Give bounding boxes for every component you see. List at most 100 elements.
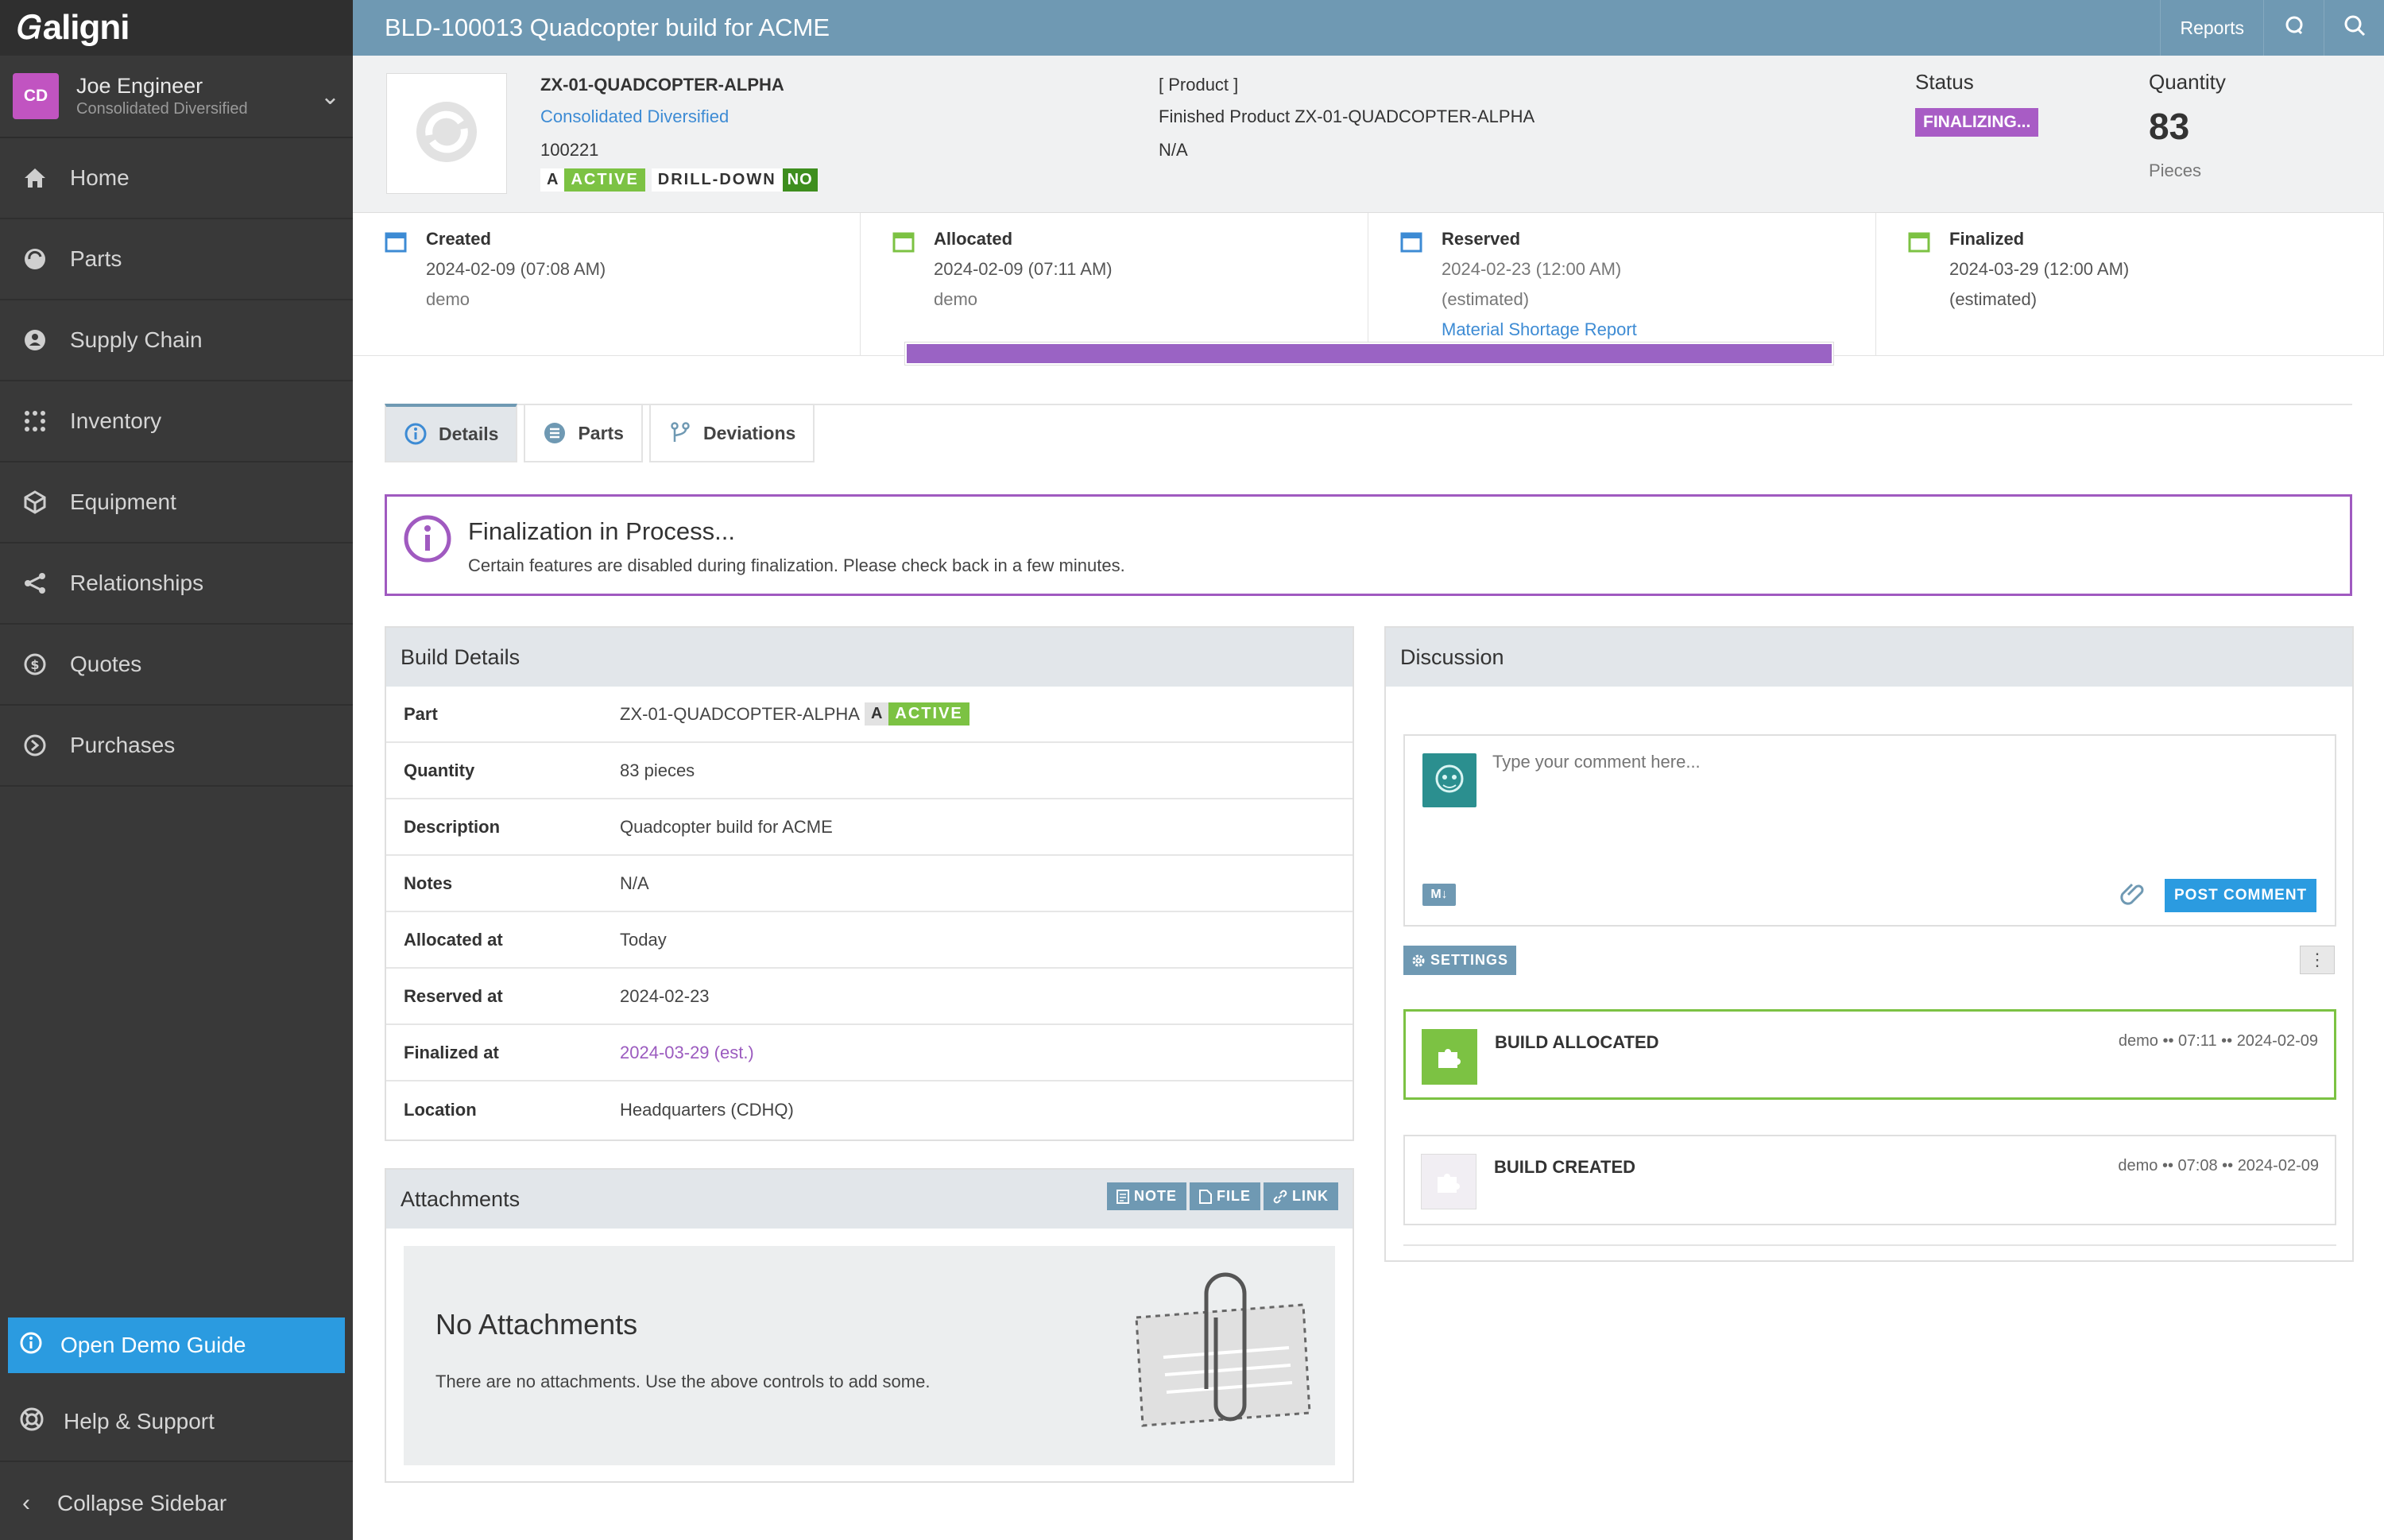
paperclip-icon — [1119, 1270, 1318, 1449]
discussion-settings-button[interactable]: SETTINGS — [1403, 946, 1517, 975]
empty-message: There are no attachments. Use the above … — [435, 1372, 931, 1391]
help-support-link[interactable]: Help & Support — [0, 1383, 353, 1462]
discussion-panel: Discussion M↓ POST COMMENT SETTINGS ⋮ BU… — [1384, 626, 2354, 1262]
calendar-icon — [1908, 230, 1930, 257]
detail-label: Location — [404, 1099, 477, 1120]
info-icon — [19, 1331, 43, 1360]
parts-icon — [19, 243, 51, 275]
timeline-date: 2024-02-09 (07:08 AM) — [426, 259, 606, 279]
puzzle-icon — [1421, 1154, 1476, 1209]
detail-value: 2024-03-29 (est.) — [620, 1042, 754, 1062]
add-link-button[interactable]: LINK — [1264, 1182, 1338, 1210]
detail-row-description: Description Quadcopter build for ACME — [386, 799, 1353, 856]
purchases-icon — [19, 729, 51, 761]
avatar — [1422, 753, 1476, 807]
empty-title: No Attachments — [435, 1308, 638, 1341]
open-demo-guide-button[interactable]: Open Demo Guide — [8, 1318, 345, 1373]
lifebuoy-icon — [19, 1407, 45, 1437]
build-timeline: Created 2024-02-09 (07:08 AM) demo Alloc… — [353, 213, 2384, 356]
more-options-button[interactable]: ⋮ — [2300, 946, 2335, 974]
panel-title: Discussion — [1386, 628, 2352, 687]
quantity-label: Quantity — [2149, 70, 2226, 94]
add-note-button[interactable]: NOTE — [1106, 1182, 1186, 1210]
detail-label: Quantity — [404, 760, 475, 780]
product-type: [ Product ] — [1159, 75, 1239, 95]
detail-row-notes: Notes N/A — [386, 856, 1353, 912]
product-description: Finished Product ZX-01-QUADCOPTER-ALPHA — [1159, 106, 1535, 126]
sidebar-item-label: Home — [70, 165, 130, 190]
status-label: Status — [1915, 70, 1974, 94]
tab-bar: Details Parts Deviations — [385, 404, 821, 462]
user-switcher[interactable]: CD Joe Engineer Consolidated Diversified… — [0, 56, 353, 138]
svg-text:$: $ — [30, 657, 39, 672]
comments-button[interactable] — [2263, 0, 2324, 56]
help-label: Help & Support — [64, 1409, 215, 1434]
sidebar-item-inventory[interactable]: Inventory — [0, 381, 353, 462]
timeline-date: 2024-02-23 (12:00 AM) — [1442, 259, 1622, 279]
revision-badge: A — [540, 168, 565, 192]
detail-row-finalized-at: Finalized at 2024-03-29 (est.) — [386, 1025, 1353, 1081]
event-meta: demo •• 07:11 •• 2024-02-09 — [2118, 1032, 2318, 1050]
finalization-alert: Finalization in Process... Certain featu… — [385, 494, 2352, 596]
attachments-empty-state: No Attachments There are no attachments.… — [404, 1246, 1335, 1465]
sidebar: 𝐺 aligni CD Joe Engineer Consolidated Di… — [0, 0, 353, 1540]
comment-composer: M↓ POST COMMENT — [1403, 734, 2336, 927]
calendar-icon — [385, 230, 407, 257]
sidebar-item-relationships[interactable]: Relationships — [0, 544, 353, 625]
placeholder-part-icon — [413, 99, 480, 169]
detail-value: 83 pieces — [620, 760, 695, 780]
product-notes: N/A — [1159, 140, 1188, 160]
tab-deviations[interactable]: Deviations — [648, 404, 815, 462]
sidebar-item-purchases[interactable]: Purchases — [0, 706, 353, 787]
sidebar-item-label: Supply Chain — [70, 327, 203, 352]
tab-label: Parts — [578, 422, 624, 443]
add-file-button[interactable]: FILE — [1190, 1182, 1260, 1210]
attach-icon[interactable] — [2120, 880, 2144, 911]
app-logo[interactable]: 𝐺 aligni — [0, 0, 353, 56]
comment-input[interactable] — [1492, 752, 2287, 772]
sidebar-item-equipment[interactable]: Equipment — [0, 462, 353, 544]
timeline-estimate: (estimated) — [1442, 289, 1530, 309]
active-badge: ACTIVE — [564, 168, 645, 192]
collapse-sidebar-button[interactable]: ‹ Collapse Sidebar — [0, 1466, 353, 1540]
branch-icon — [668, 421, 692, 445]
sidebar-item-supply-chain[interactable]: Supply Chain — [0, 300, 353, 381]
attachments-panel: Attachments NOTE FILE LINK No Attachment… — [385, 1168, 1354, 1483]
chevron-down-icon[interactable]: ⌄ — [320, 83, 340, 110]
sidebar-item-quotes[interactable]: $ Quotes — [0, 625, 353, 706]
button-label: SETTINGS — [1430, 952, 1509, 968]
timeline-finalized: Finalized 2024-03-29 (12:00 AM) (estimat… — [1876, 213, 2384, 355]
avatar: CD — [13, 73, 59, 119]
sidebar-item-label: Purchases — [70, 733, 176, 757]
kebab-menu-icon: ⋮ — [2309, 950, 2326, 969]
company-link[interactable]: Consolidated Diversified — [540, 106, 729, 127]
detail-label: Description — [404, 816, 501, 837]
detail-value: Headquarters (CDHQ) — [620, 1099, 794, 1120]
part-value[interactable]: ZX-01-QUADCOPTER-ALPHA — [620, 704, 860, 725]
material-shortage-link[interactable]: Material Shortage Report — [1442, 319, 1875, 340]
sidebar-item-label: Inventory — [70, 408, 162, 433]
reports-button[interactable]: Reports — [2160, 0, 2263, 56]
search-button[interactable] — [2324, 0, 2384, 56]
sidebar-item-home[interactable]: Home — [0, 138, 353, 219]
timeline-reserved: Reserved 2024-02-23 (12:00 AM) (estimate… — [1368, 213, 1876, 355]
button-label: LINK — [1292, 1188, 1329, 1204]
refresh-icon — [2284, 15, 2305, 41]
gear-icon — [1411, 954, 1426, 968]
timeline-estimate: (estimated) — [1949, 289, 2038, 309]
timeline-user: demo — [426, 289, 470, 309]
supply-chain-icon — [19, 324, 51, 356]
tab-details[interactable]: Details — [385, 404, 518, 462]
detail-value: 2024-02-23 — [620, 985, 710, 1006]
tab-parts[interactable]: Parts — [524, 404, 643, 462]
part-number[interactable]: ZX-01-QUADCOPTER-ALPHA — [540, 75, 784, 95]
attachment-actions: NOTE FILE LINK — [1104, 1182, 1338, 1210]
alert-message: Certain features are disabled during fin… — [468, 555, 1125, 575]
sidebar-item-parts[interactable]: Parts — [0, 219, 353, 300]
timeline-date: 2024-02-09 (07:11 AM) — [934, 259, 1113, 279]
post-comment-button[interactable]: POST COMMENT — [2165, 879, 2317, 912]
detail-label: Reserved at — [404, 985, 503, 1006]
quantity-unit: Pieces — [2149, 161, 2202, 180]
tab-label: Details — [439, 423, 499, 444]
active-badge: ACTIVE — [888, 702, 969, 726]
